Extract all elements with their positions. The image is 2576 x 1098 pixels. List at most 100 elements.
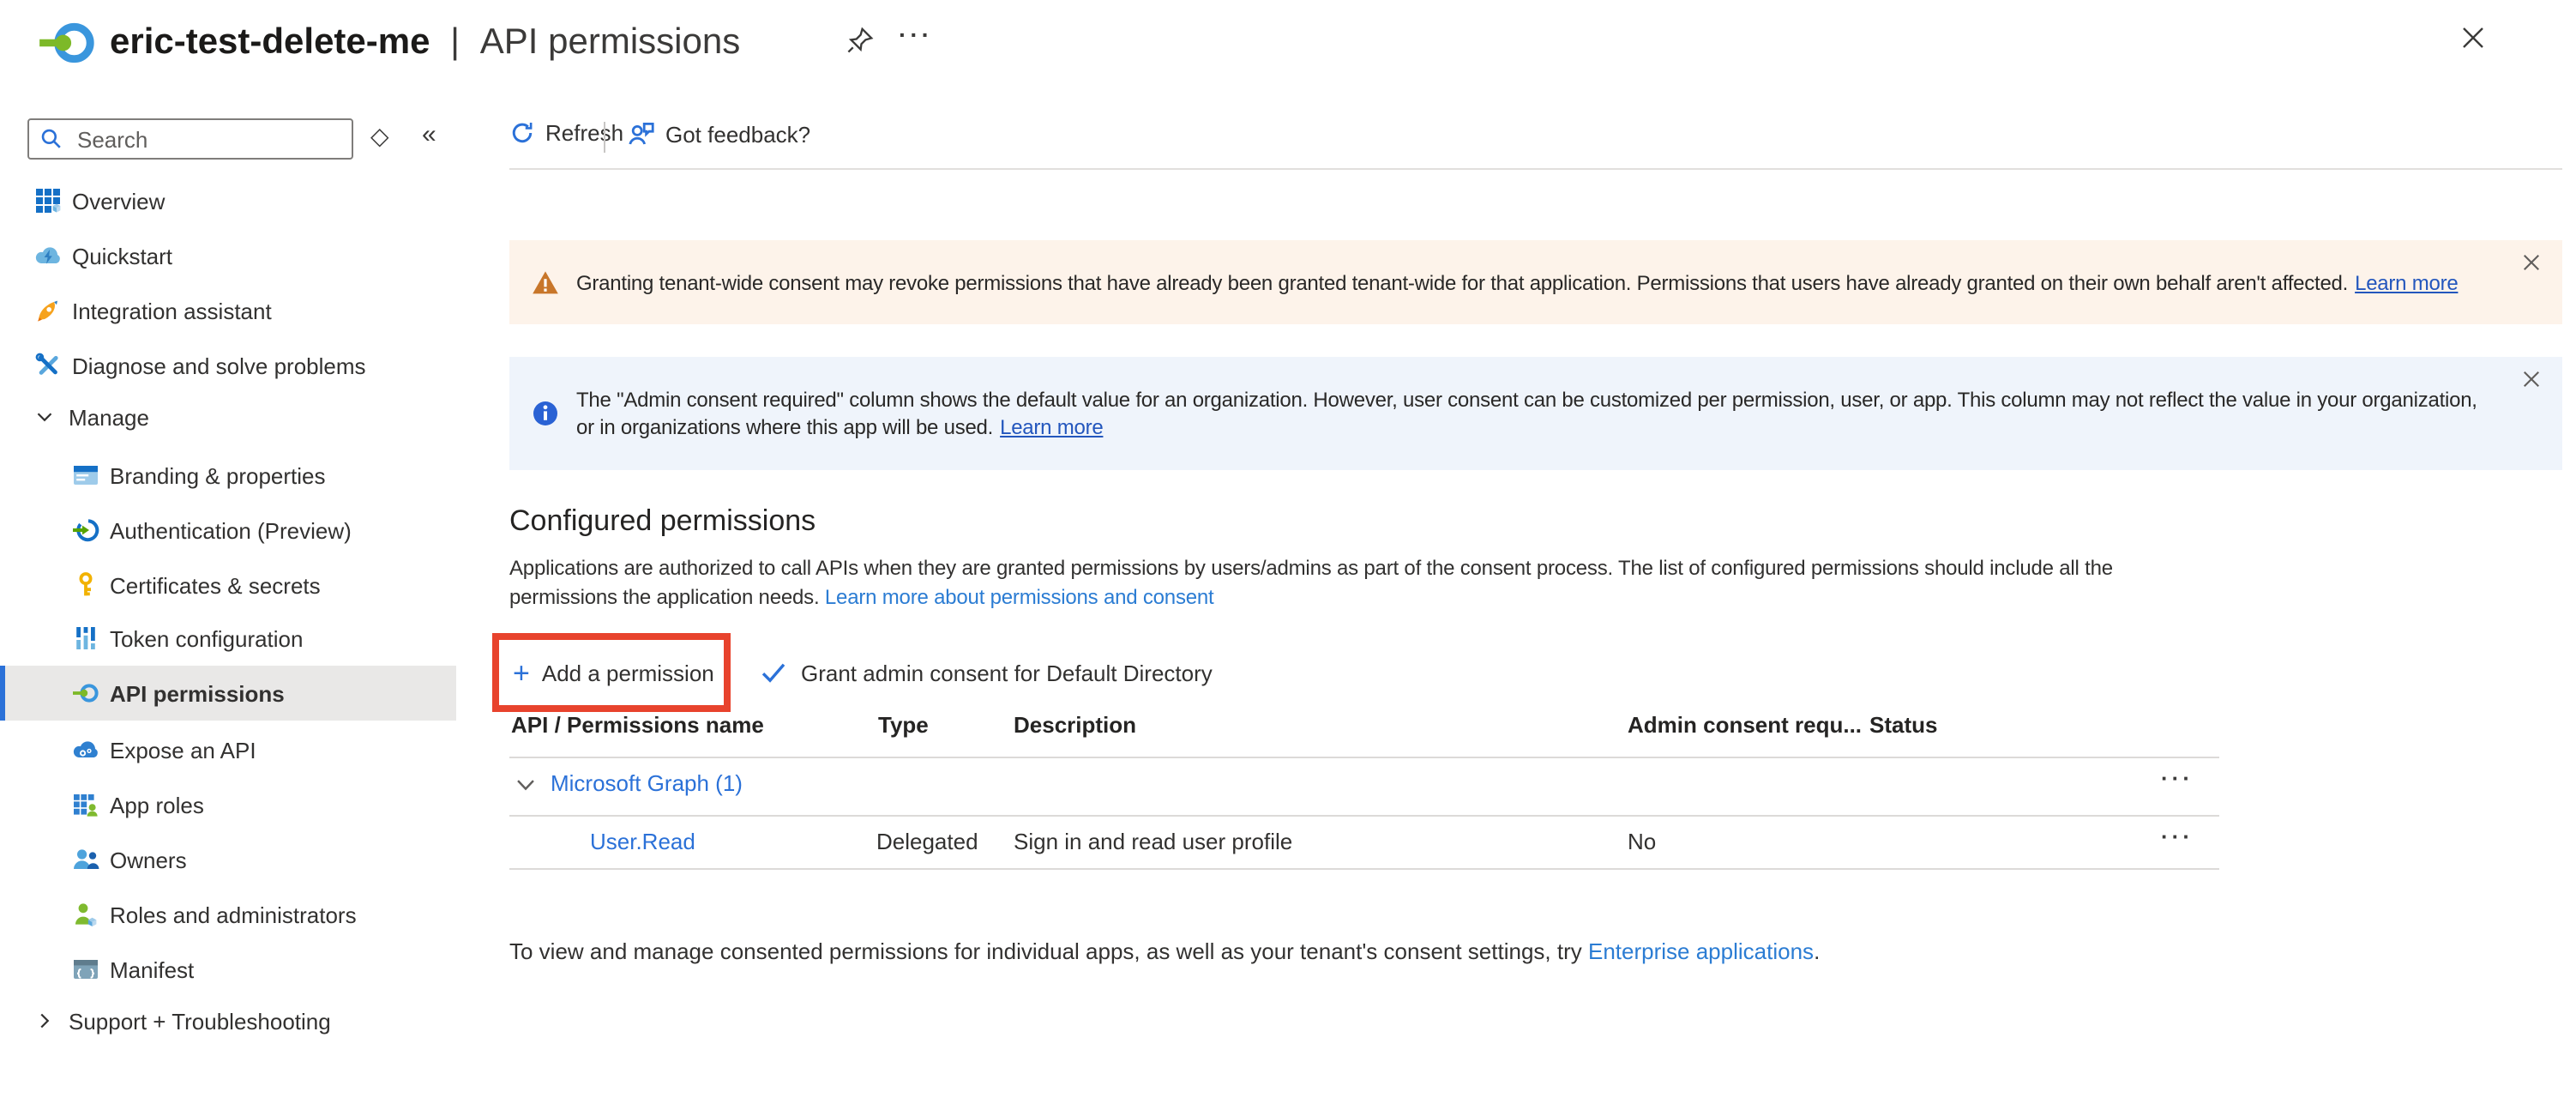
info-text: The "Admin consent required" column show… — [576, 386, 2487, 441]
sidebar-item-label: App roles — [110, 792, 204, 817]
app-name: eric-test-delete-me — [110, 22, 430, 62]
warning-text: Granting tenant-wide consent may revoke … — [576, 268, 2458, 296]
info-banner: The "Admin consent required" column show… — [509, 357, 2562, 470]
title-separator: | — [450, 22, 460, 62]
key-icon — [72, 571, 99, 599]
sidebar-item-label: Branding & properties — [110, 462, 326, 488]
checkmark-icon — [760, 659, 787, 686]
warning-close-icon[interactable] — [2521, 252, 2542, 273]
grant-admin-consent-label: Grant admin consent for Default Director… — [801, 660, 1213, 685]
group-chevron-down-icon[interactable] — [515, 774, 537, 796]
section-description: Applications are authorized to call APIs… — [509, 554, 2224, 611]
plus-icon: + — [513, 658, 530, 687]
sidebar-item-label: Owners — [110, 847, 187, 872]
grid-person-icon — [72, 791, 99, 818]
more-actions-icon[interactable]: ··· — [899, 21, 933, 48]
column-header-description: Description — [1014, 712, 1136, 738]
sidebar-item-label: Manifest — [110, 956, 194, 982]
table-divider — [509, 868, 2219, 870]
page-title: eric-test-delete-me | API permissions — [110, 22, 740, 63]
feedback-icon — [628, 120, 655, 148]
api-permissions-icon — [72, 679, 99, 707]
enterprise-applications-link[interactable]: Enterprise applications — [1588, 938, 1814, 964]
permissions-consent-link[interactable]: Learn more about permissions and consent — [825, 584, 1214, 608]
sliders-icon — [72, 624, 99, 652]
feedback-button[interactable]: Got feedback? — [628, 120, 810, 148]
chevron-down-icon — [34, 407, 55, 427]
permission-type: Delegated — [876, 829, 978, 854]
sidebar-item-roles-administrators[interactable]: Roles and administrators — [0, 887, 456, 942]
sidebar-group-label: Support + Troubleshooting — [69, 1008, 331, 1034]
collapse-sidebar-icon[interactable]: « — [422, 120, 436, 149]
page-name: API permissions — [480, 22, 740, 62]
sidebar-item-label: Authentication (Preview) — [110, 517, 352, 543]
permission-admin-consent: No — [1628, 829, 1656, 854]
sidebar-item-quickstart[interactable]: Quickstart — [0, 228, 456, 283]
refresh-button[interactable]: Refresh — [509, 120, 623, 146]
people-icon — [72, 846, 99, 873]
sidebar-item-app-roles[interactable]: App roles — [0, 777, 456, 832]
sidebar-item-label: Expose an API — [110, 737, 256, 763]
close-blade-icon[interactable] — [2459, 24, 2487, 51]
info-icon — [532, 400, 559, 427]
sidebar-item-label: Integration assistant — [72, 298, 272, 323]
pin-icon[interactable] — [846, 26, 875, 55]
table-divider — [509, 815, 2219, 817]
grant-admin-consent-button[interactable]: Grant admin consent for Default Director… — [760, 659, 1213, 686]
sidebar-group-support[interactable]: Support + Troubleshooting — [0, 993, 456, 1048]
sidebar-item-label: Roles and administrators — [110, 902, 357, 927]
api-permissions-logo-icon — [38, 14, 96, 72]
sidebar-item-owners[interactable]: Owners — [0, 832, 456, 887]
sidebar-item-expose-api[interactable]: Expose an API — [0, 722, 456, 777]
permission-link-user-read[interactable]: User.Read — [590, 829, 695, 854]
sidebar-item-label: API permissions — [110, 680, 285, 706]
quickstart-icon — [34, 242, 62, 269]
sidebar-item-token-configuration[interactable]: Token configuration — [0, 611, 456, 666]
toolbar-rule — [509, 168, 2562, 170]
toolbar-divider — [604, 122, 605, 153]
add-permission-label: Add a permission — [542, 660, 714, 685]
table-divider — [509, 757, 2219, 758]
refresh-icon — [509, 120, 535, 146]
sidebar-item-manifest[interactable]: Manifest — [0, 942, 456, 997]
group-row-more-icon[interactable]: ··· — [2161, 765, 2194, 791]
highlight-red-box: + Add a permission — [492, 633, 731, 712]
add-permission-button[interactable]: + Add a permission — [499, 658, 714, 687]
sidebar-item-certificates[interactable]: Certificates & secrets — [0, 558, 456, 612]
info-close-icon[interactable] — [2521, 369, 2542, 389]
sidebar-item-integration-assistant[interactable]: Integration assistant — [0, 283, 456, 338]
sidebar-item-label: Diagnose and solve problems — [72, 353, 366, 378]
warning-banner: Granting tenant-wide consent may revoke … — [509, 240, 2562, 324]
sidebar-item-overview[interactable]: Overview — [0, 173, 456, 228]
group-link-microsoft-graph[interactable]: Microsoft Graph (1) — [551, 770, 743, 796]
code-window-icon — [72, 956, 99, 983]
warning-icon — [532, 268, 559, 296]
sidebar-item-label: Certificates & secrets — [110, 572, 321, 598]
sidebar-item-branding[interactable]: Branding & properties — [0, 448, 456, 503]
search-icon — [39, 127, 63, 151]
sidebar-item-api-permissions[interactable]: API permissions — [0, 666, 456, 721]
tools-icon — [34, 352, 62, 379]
sidebar-item-authentication[interactable]: Authentication (Preview) — [0, 503, 456, 558]
sidebar-item-diagnose[interactable]: Diagnose and solve problems — [0, 338, 456, 393]
sidebar-group-label: Manage — [69, 404, 149, 430]
cloud-gears-icon — [72, 736, 99, 763]
sidebar-search[interactable] — [27, 118, 353, 160]
reorder-diamond-icon[interactable]: ◇ — [370, 122, 389, 151]
search-input[interactable] — [74, 124, 352, 154]
warning-learn-more-link[interactable]: Learn more — [2355, 270, 2458, 294]
sidebar-group-manage[interactable]: Manage — [0, 389, 456, 444]
column-header-api-permissions-name: API / Permissions name — [511, 712, 764, 738]
column-header-status: Status — [1869, 712, 1937, 738]
browser-www-icon — [72, 462, 99, 489]
chevron-right-icon — [34, 1011, 55, 1031]
sign-in-arrow-icon — [72, 516, 99, 544]
sidebar-item-label: Quickstart — [72, 243, 172, 268]
column-header-type: Type — [878, 712, 929, 738]
person-cube-icon — [72, 901, 99, 928]
refresh-label: Refresh — [545, 120, 623, 146]
sidebar-item-label: Overview — [72, 188, 165, 214]
permission-row-more-icon[interactable]: ··· — [2161, 824, 2194, 849]
sidebar-item-label: Token configuration — [110, 625, 304, 651]
info-learn-more-link[interactable]: Learn more — [1000, 415, 1103, 439]
